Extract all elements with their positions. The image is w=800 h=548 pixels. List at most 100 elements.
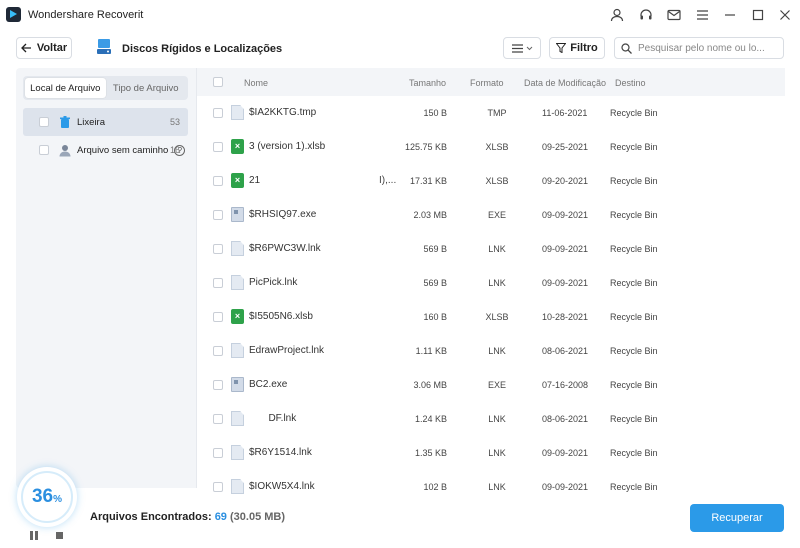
file-modified-date: 09-25-2021 xyxy=(542,142,589,152)
pause-icon[interactable] xyxy=(30,531,38,540)
file-modified-date: 08-06-2021 xyxy=(542,346,589,356)
user-file-icon xyxy=(59,144,71,156)
arrow-left-icon xyxy=(20,43,31,53)
mail-icon[interactable] xyxy=(665,6,683,24)
menu-icon[interactable] xyxy=(693,6,711,24)
maximize-icon[interactable] xyxy=(749,6,767,24)
file-name: $R6Y1514.lnk xyxy=(249,447,312,458)
table-row[interactable]: $IOKW5X4.lnk 102 B LNK 09-09-2021 Recycle Bi… xyxy=(197,470,785,504)
row-checkbox[interactable] xyxy=(213,244,223,254)
row-checkbox[interactable] xyxy=(213,380,223,390)
file-destination: Recycle Bin xyxy=(610,244,658,254)
file-size: 1.35 KB xyxy=(414,448,447,458)
file-destination: Recycle Bin xyxy=(610,346,658,356)
file-modified-date: 09-09-2021 xyxy=(542,244,589,254)
sidebar-item-checkbox[interactable] xyxy=(39,117,49,127)
row-checkbox[interactable] xyxy=(213,448,223,458)
back-button[interactable]: Voltar xyxy=(16,37,72,59)
table-row[interactable]: EdrawProject.lnk 1.11 KB LNK 08-06-2021 Recy… xyxy=(197,334,785,368)
file-size: 160 B xyxy=(423,312,447,322)
column-header-name[interactable]: Nome xyxy=(244,78,268,88)
table-row[interactable]: DF.lnk 1.24 KB LNK 08-06-2021 Recycle Bin xyxy=(197,402,785,436)
sidebar-item-no-path[interactable]: Arquivo sem caminho ? 16 xyxy=(23,136,188,164)
executable-file-icon xyxy=(231,377,244,392)
table-row[interactable]: × $I5505N6.xlsb 160 B XLSB 10-28-2021 Recycle… xyxy=(197,300,785,334)
column-header-date[interactable]: Data de Modificação xyxy=(524,78,606,88)
chevron-down-icon xyxy=(526,46,532,50)
table-row[interactable]: $IA2KKTG.tmp 150 B TMP 11-06-2021 Recycle Bi… xyxy=(197,96,785,130)
file-modified-date: 07-16-2008 xyxy=(542,380,589,390)
table-row[interactable]: $RHSIQ97.exe 2.03 MB EXE 09-09-2021 Recycle … xyxy=(197,198,785,232)
recover-button[interactable]: Recuperar xyxy=(690,504,784,532)
sidebar-item-checkbox[interactable] xyxy=(39,145,49,155)
file-modified-date: 11-06-2021 xyxy=(542,108,588,118)
back-button-label: Voltar xyxy=(36,42,68,54)
select-all-checkbox[interactable] xyxy=(213,77,223,87)
file-size: 1.24 KB xyxy=(414,414,447,424)
file-destination: Recycle Bin xyxy=(610,210,658,220)
column-header-size[interactable]: Tamanho xyxy=(409,78,446,88)
table-row[interactable]: $R6PWC3W.lnk 569 B LNK 09-09-2021 Recycle Bi… xyxy=(197,232,785,266)
page-title: Discos Rígidos e Localizações xyxy=(122,43,283,55)
account-icon[interactable] xyxy=(608,6,626,24)
file-size: 17.31 KB xyxy=(409,176,447,186)
file-name: $IOKW5X4.lnk xyxy=(249,481,315,492)
file-modified-date: 09-09-2021 xyxy=(542,278,589,288)
search-input[interactable] xyxy=(638,42,778,54)
table-row[interactable]: × 3 (version 1).xlsb 125.75 KB XLSB 09-25-20… xyxy=(197,130,785,164)
row-checkbox[interactable] xyxy=(213,278,223,288)
row-checkbox[interactable] xyxy=(213,482,223,492)
file-format: LNK xyxy=(488,244,506,254)
filter-button[interactable]: Filtro xyxy=(549,37,605,59)
file-destination: Recycle Bin xyxy=(610,278,658,288)
file-name: 3 (version 1).xlsb xyxy=(249,141,326,152)
file-format: EXE xyxy=(487,380,506,390)
hard-drive-icon xyxy=(97,39,111,54)
sidebar-item-recycle-bin[interactable]: Lixeira 53 xyxy=(23,108,188,136)
table-row[interactable]: $R6Y1514.lnk 1.35 KB LNK 09-09-2021 Recycle … xyxy=(197,436,785,470)
excel-file-icon: × xyxy=(231,139,244,154)
file-name: $RHSIQ97.exe xyxy=(249,209,317,220)
file-modified-date: 09-09-2021 xyxy=(542,482,589,492)
file-format: LNK xyxy=(488,346,506,356)
stop-icon[interactable] xyxy=(56,532,63,539)
file-destination: Recycle Bin xyxy=(610,176,658,186)
file-format: LNK xyxy=(488,278,506,288)
file-format: LNK xyxy=(488,448,506,458)
view-mode-button[interactable] xyxy=(503,37,541,59)
row-checkbox[interactable] xyxy=(213,210,223,220)
progress-percent: 36 xyxy=(31,486,54,507)
sidebar-item-count: 53 xyxy=(169,117,180,127)
filter-button-label: Filtro xyxy=(570,42,598,54)
view-segmented-control: Local de Arquivo Tipo de Arquivo xyxy=(23,76,188,100)
column-header-destination[interactable]: Destino xyxy=(615,78,646,88)
tab-file-type[interactable]: Tipo de Arquivo xyxy=(106,78,187,98)
tab-file-location[interactable]: Local de Arquivo xyxy=(25,78,106,98)
row-checkbox[interactable] xyxy=(213,142,223,152)
file-size: 125.75 KB xyxy=(404,142,447,152)
row-checkbox[interactable] xyxy=(213,312,223,322)
sidebar-item-label: Arquivo sem caminho xyxy=(77,144,169,156)
table-row[interactable]: BC2.exe 3.06 MB EXE 07-16-2008 Recycle Bin xyxy=(197,368,785,402)
file-icon xyxy=(231,445,244,460)
row-checkbox[interactable] xyxy=(213,414,223,424)
scan-progress-indicator: 36% xyxy=(17,467,77,527)
row-checkbox[interactable] xyxy=(213,176,223,186)
file-icon xyxy=(231,241,244,256)
column-header-format[interactable]: Formato xyxy=(470,78,504,88)
file-format: XLSB xyxy=(485,312,509,322)
file-destination: Recycle Bin xyxy=(610,482,658,492)
table-row[interactable]: × 21 17.31 KB XLSB 09-20-2021 Recycle Bin I),.… xyxy=(197,164,785,198)
minimize-icon[interactable] xyxy=(721,6,739,24)
file-destination: Recycle Bin xyxy=(610,312,658,322)
support-headset-icon[interactable] xyxy=(637,6,655,24)
file-size: 2.03 MB xyxy=(413,210,447,220)
search-box[interactable] xyxy=(614,37,784,59)
table-row[interactable]: PicPick.lnk 569 B LNK 09-09-2021 Recycle Bin xyxy=(197,266,785,300)
file-destination: Recycle Bin xyxy=(610,448,658,458)
row-checkbox[interactable] xyxy=(213,346,223,356)
close-icon[interactable] xyxy=(776,6,794,24)
app-title: Wondershare Recoverit xyxy=(28,9,144,21)
row-checkbox[interactable] xyxy=(213,108,223,118)
file-format: TMP xyxy=(487,108,507,118)
